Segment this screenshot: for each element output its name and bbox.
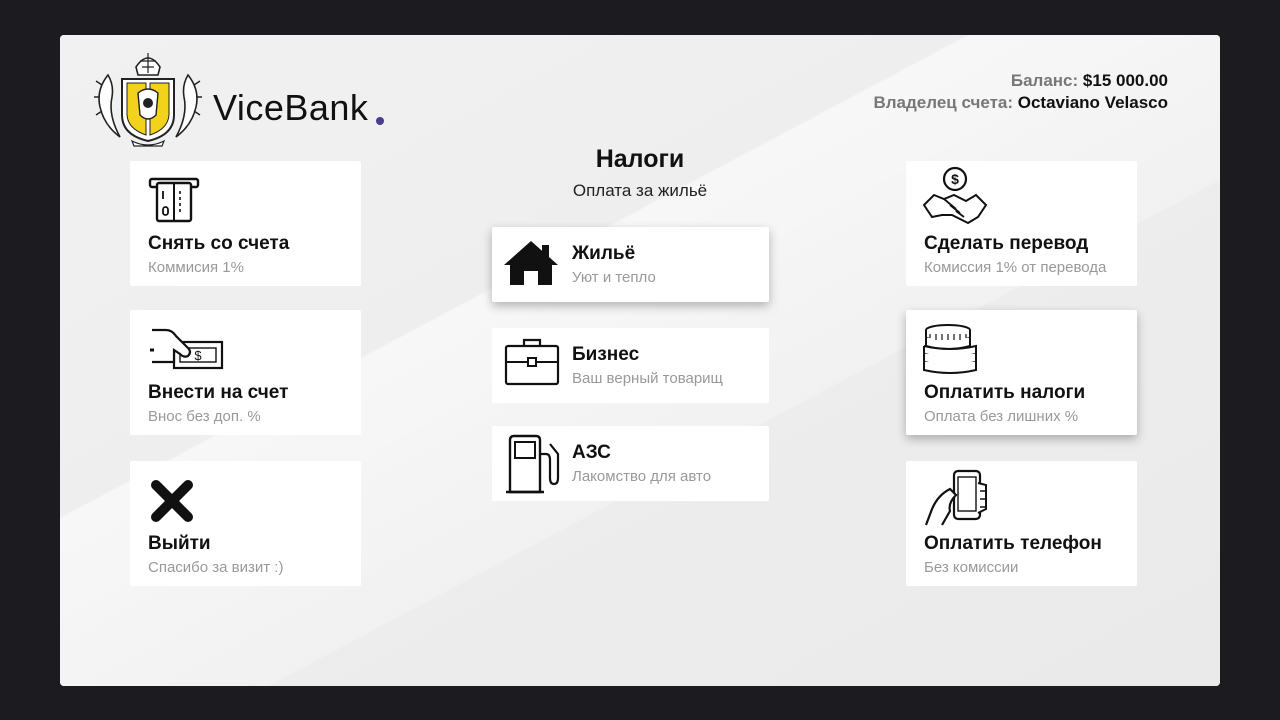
hand-cash-icon: $ (150, 328, 224, 370)
gas-station-title: АЗС (572, 442, 611, 463)
briefcase-icon (504, 338, 560, 386)
pay-taxes-title: Оплатить налоги (924, 382, 1086, 403)
hand-phone-icon (924, 469, 987, 526)
fuel-pump-icon (506, 434, 560, 494)
transfer-title: Сделать перевод (924, 233, 1089, 254)
brand-dot (376, 117, 384, 125)
tax-option-housing[interactable]: Жильё Уют и тепло (492, 227, 769, 302)
pay-phone-subtitle: Без комиссии (924, 559, 1019, 576)
atm-panel: ViceBank Баланс: $15 000.00 Владелец сче… (60, 35, 1220, 686)
atm-card-icon (148, 177, 200, 223)
withdraw-title: Снять со счета (148, 233, 290, 254)
withdraw-subtitle: Коммисия 1% (148, 259, 244, 276)
pay-taxes-button[interactable]: Оплатить налоги Оплата без лишних % (906, 310, 1137, 435)
svg-text:$: $ (194, 348, 202, 363)
housing-subtitle: Уют и тепло (572, 269, 656, 286)
pay-taxes-subtitle: Оплата без лишних % (924, 408, 1079, 425)
balance-label: Баланс: (1010, 71, 1079, 90)
close-icon (151, 480, 193, 522)
exit-button[interactable]: Выйти Спасибо за визит :) (130, 461, 361, 586)
owner-label: Владелец счета: (873, 93, 1014, 112)
deposit-subtitle: Внос без доп. % (148, 408, 261, 425)
withdraw-button[interactable]: Снять со счета Коммисия 1% (130, 161, 361, 286)
brand-name: ViceBank (213, 87, 369, 128)
gas-station-subtitle: Лакомство для авто (572, 468, 712, 485)
housing-title: Жильё (572, 243, 636, 264)
balance-row: Баланс: $15 000.00 (873, 70, 1168, 92)
pay-phone-button[interactable]: Оплатить телефон Без комиссии (906, 461, 1137, 586)
deposit-title: Внести на счет (148, 382, 289, 403)
bank-logo: ViceBank (94, 45, 394, 147)
tax-option-gas-station[interactable]: АЗС Лакомство для авто (492, 426, 769, 501)
transfer-button[interactable]: $ Сделать перевод Комиссия 1% от перевод… (906, 161, 1137, 286)
balance-value: $15 000.00 (1082, 71, 1168, 90)
business-subtitle: Ваш верный товарищ (572, 370, 723, 387)
tax-option-business[interactable]: Бизнес Ваш верный товарищ (492, 328, 769, 403)
account-info: Баланс: $15 000.00 Владелец счета: Octav… (873, 70, 1168, 114)
exit-title: Выйти (148, 533, 211, 554)
owner-row: Владелец счета: Octaviano Velasco (873, 92, 1168, 114)
business-title: Бизнес (572, 344, 640, 365)
deposit-button[interactable]: $ Внести на счет Внос без доп. % (130, 310, 361, 435)
owner-value: Octaviano Velasco (1017, 93, 1168, 112)
transfer-subtitle: Комиссия 1% от перевода (924, 259, 1107, 276)
pay-phone-title: Оплатить телефон (924, 533, 1102, 554)
crest-emblem-icon (94, 53, 202, 147)
coins-stack-icon (923, 324, 977, 374)
handshake-dollar-icon: $ (922, 166, 988, 225)
exit-subtitle: Спасибо за визит :) (148, 559, 284, 576)
house-icon (504, 241, 558, 285)
svg-text:$: $ (951, 171, 959, 187)
